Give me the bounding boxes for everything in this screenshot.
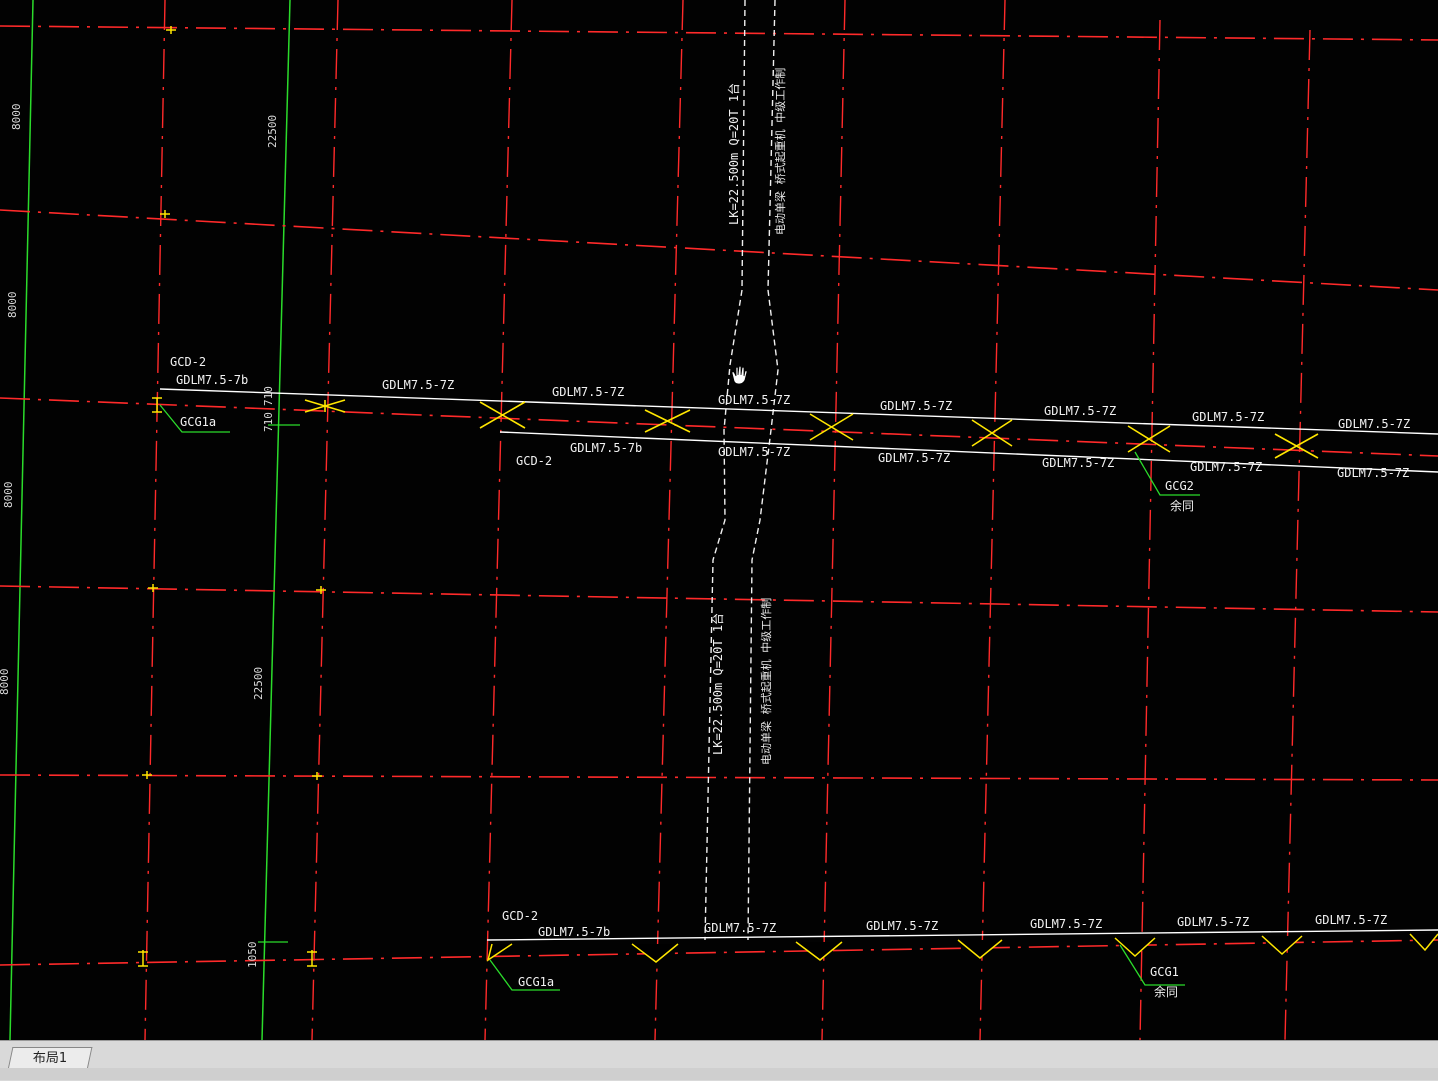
beam-label-bottom-2: GDLM7.5-7Z — [878, 451, 950, 465]
crane-outline — [704, 0, 779, 941]
crane-label-bottom: LK=22.500m Q=20T 1台 — [710, 613, 725, 755]
beam-label-top-3: GDLM7.5-7Z — [718, 393, 790, 407]
dim-left-1: 8000 — [10, 104, 23, 131]
beam-2-label-4: GDLM7.5-7Z — [1177, 915, 1249, 929]
beam-2-label-first: GDLM7.5-7b — [538, 925, 610, 939]
crane-note-bottom: 电动单梁 桥式起重机 中级工作制 — [759, 598, 773, 765]
gcg2-label: GCG2 — [1165, 479, 1194, 493]
beam-label-bottom-3: GDLM7.5-7Z — [1042, 456, 1114, 470]
status-bar — [0, 1068, 1438, 1080]
gcg1a-label-1: GCG1a — [180, 415, 216, 429]
tab-layout1-label: 布局1 — [32, 1051, 68, 1066]
dim-710-a: 710 — [262, 386, 275, 406]
tab-layout1[interactable]: 布局1 — [7, 1047, 93, 1070]
beam-label-bottom-1: GDLM7.5-7Z — [718, 445, 790, 459]
same-note-2: 余同 — [1154, 984, 1178, 999]
dim-710-b: 710 — [262, 412, 275, 432]
dim-left-3: 8000 — [2, 482, 15, 509]
dim-mid-2: 22500 — [252, 667, 265, 700]
gcg1-label: GCG1 — [1150, 965, 1179, 979]
pan-hand-icon — [731, 365, 748, 385]
dim-mid-1: 22500 — [266, 115, 279, 148]
crane-note-top: 电动单梁 桥式起重机 中级工作制 — [773, 68, 787, 235]
beam-label-top-2: GDLM7.5-7Z — [552, 385, 624, 399]
gcg1a-label-2: GCG1a — [518, 975, 554, 989]
beam-2-label-1: GDLM7.5-7Z — [704, 921, 776, 935]
dim-1050: 1050 — [246, 942, 259, 969]
drawing-canvas[interactable]: GCD-2 GDLM7.5-7b GDLM7.5-7Z GDLM7.5-7Z G… — [0, 0, 1438, 1040]
bracing-row-1 — [304, 399, 1319, 459]
gcd-label-1: GCD-2 — [170, 355, 206, 369]
beam-label-top-first: GDLM7.5-7b — [176, 373, 248, 387]
beam-label-top-5: GDLM7.5-7Z — [1044, 404, 1116, 418]
same-note-1: 余同 — [1170, 498, 1194, 513]
green-guide-lines — [9, 0, 291, 1040]
gcd-label-2: GCD-2 — [516, 454, 552, 468]
beam-2-label-3: GDLM7.5-7Z — [1030, 917, 1102, 931]
crane-label-top: LK=22.500m Q=20T 1台 — [726, 83, 741, 225]
beam-label-bottom-4: GDLM7.5-7Z — [1190, 460, 1262, 474]
beam-2-label-2: GDLM7.5-7Z — [866, 919, 938, 933]
beam-label-bottom-first: GDLM7.5-7b — [570, 441, 642, 455]
beam-label-top-1: GDLM7.5-7Z — [382, 378, 454, 392]
beam-label-top-6: GDLM7.5-7Z — [1192, 410, 1264, 424]
dim-left-2: 8000 — [6, 292, 19, 319]
beam-label-bottom-5: GDLM7.5-7Z — [1337, 466, 1409, 480]
beam-2-label-5: GDLM7.5-7Z — [1315, 913, 1387, 927]
dim-left-4: 8000 — [0, 669, 11, 696]
beam-label-top-7: GDLM7.5-7Z — [1338, 417, 1410, 431]
beam-label-top-4: GDLM7.5-7Z — [880, 399, 952, 413]
axis-lines-horizontal — [0, 25, 1438, 966]
gcd-label-3: GCD-2 — [502, 909, 538, 923]
column-marks — [138, 26, 326, 967]
cad-model-space[interactable]: GCD-2 GDLM7.5-7b GDLM7.5-7Z GDLM7.5-7Z G… — [0, 0, 1438, 1040]
